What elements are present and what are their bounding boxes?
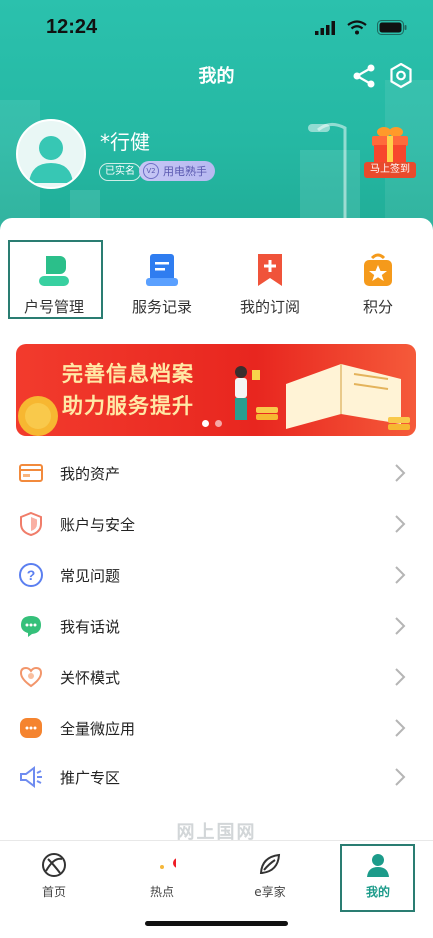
menu-item-label: 我的资产 bbox=[60, 465, 121, 483]
home-indicator bbox=[145, 921, 288, 926]
record-icon bbox=[146, 254, 178, 286]
question-icon: ? bbox=[19, 563, 43, 587]
chevron-right-icon bbox=[395, 768, 406, 786]
status-time: 12:24 bbox=[46, 16, 98, 38]
quick-action-label: 服务记录 bbox=[131, 298, 192, 316]
menu-item-promotion[interactable]: 推广专区 bbox=[0, 752, 433, 802]
chevron-right-icon bbox=[395, 515, 406, 533]
chat-icon bbox=[21, 616, 41, 637]
menu-item-label: 全量微应用 bbox=[60, 720, 136, 738]
menu-item-account-security[interactable]: 账户与安全 bbox=[0, 499, 433, 549]
chevron-right-icon bbox=[395, 668, 406, 686]
tab-label: 首页 bbox=[41, 885, 66, 899]
settings-icon[interactable] bbox=[389, 63, 413, 89]
heart-icon bbox=[19, 666, 43, 688]
share-icon[interactable] bbox=[352, 63, 376, 89]
banner-dot[interactable] bbox=[202, 420, 209, 427]
tab-hot[interactable]: 热点 bbox=[108, 841, 216, 911]
menu-item-faq[interactable]: ? 常见问题 bbox=[0, 550, 433, 600]
menu-item-label: 常见问题 bbox=[60, 567, 121, 585]
wifi-icon bbox=[347, 20, 367, 35]
tab-label: e享家 bbox=[254, 885, 286, 899]
tab-e-home[interactable]: e享家 bbox=[216, 841, 324, 911]
menu-item-feedback[interactable]: 我有话说 bbox=[0, 601, 433, 651]
signal-icon bbox=[315, 20, 335, 35]
chevron-right-icon bbox=[395, 719, 406, 737]
status-bar: 12:24 bbox=[0, 0, 433, 58]
quick-action-my-subscriptions[interactable]: 我的订阅 bbox=[216, 238, 324, 318]
quick-action-label: 我的订阅 bbox=[239, 298, 300, 316]
avatar[interactable] bbox=[16, 119, 86, 189]
battery-icon bbox=[377, 20, 407, 35]
default-avatar-icon bbox=[29, 136, 73, 183]
verified-badge: 已实名 bbox=[99, 163, 141, 181]
level-badge-label: 用电熟手 bbox=[163, 165, 207, 178]
menu-item-all-mini-apps[interactable]: 全量微应用 bbox=[0, 703, 433, 753]
apps-icon bbox=[20, 718, 42, 738]
shield-icon bbox=[20, 511, 42, 537]
quick-action-service-records[interactable]: 服务记录 bbox=[108, 238, 216, 318]
hot-icon bbox=[160, 858, 176, 869]
chevron-right-icon bbox=[395, 566, 406, 584]
bookmark-icon bbox=[258, 254, 282, 286]
banner-dot[interactable] bbox=[215, 420, 222, 427]
card-icon bbox=[19, 464, 43, 482]
svg-text:?: ? bbox=[27, 567, 36, 583]
quick-action-points[interactable]: 积分 bbox=[324, 238, 432, 318]
menu-item-my-assets[interactable]: 我的资产 bbox=[0, 448, 433, 498]
globe-icon bbox=[42, 853, 66, 877]
tab-home[interactable]: 首页 bbox=[0, 841, 108, 911]
chevron-right-icon bbox=[395, 617, 406, 635]
chevron-right-icon bbox=[395, 464, 406, 482]
sign-in-label[interactable]: 马上签到 bbox=[364, 162, 416, 178]
banner-pagination bbox=[202, 420, 222, 427]
megaphone-icon bbox=[20, 766, 42, 788]
level-badge[interactable]: V2 用电熟手 bbox=[139, 161, 215, 181]
menu-item-label: 我有话说 bbox=[60, 618, 121, 636]
tab-label: 热点 bbox=[149, 885, 174, 899]
menu-item-label: 推广专区 bbox=[60, 769, 121, 787]
level-icon: V2 bbox=[143, 163, 159, 179]
quick-action-label: 积分 bbox=[362, 298, 393, 316]
star-bag-icon bbox=[364, 253, 392, 286]
menu-item-care-mode[interactable]: 关怀模式 bbox=[0, 652, 433, 702]
selection-highlight bbox=[8, 240, 103, 319]
leaf-icon bbox=[259, 853, 281, 874]
menu-item-label: 账户与安全 bbox=[60, 516, 136, 534]
menu-item-label: 关怀模式 bbox=[60, 669, 121, 687]
user-name: *行健 bbox=[100, 130, 150, 154]
tab-selection-highlight bbox=[340, 844, 415, 912]
